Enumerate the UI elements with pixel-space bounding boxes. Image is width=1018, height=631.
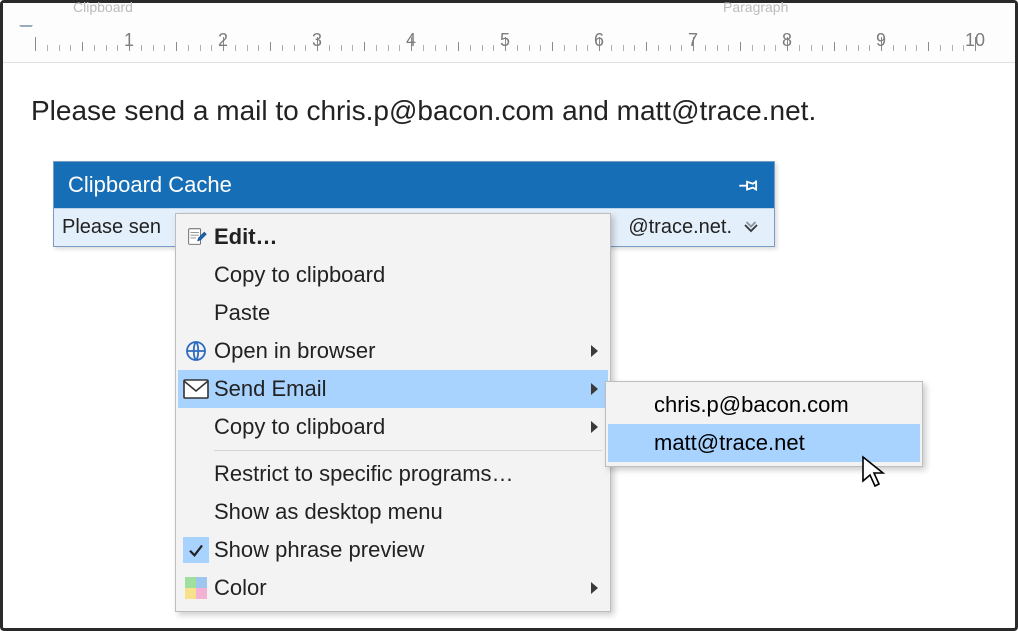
- edit-icon: [178, 226, 214, 248]
- menu-label: Show as desktop menu: [214, 499, 598, 525]
- context-menu: Edit… Copy to clipboard Paste Open in br…: [175, 213, 611, 612]
- menu-item-send-email[interactable]: Send Email: [178, 370, 608, 408]
- ruler-number: 2: [218, 30, 228, 51]
- pin-icon[interactable]: [738, 174, 760, 196]
- menu-item-open-in-browser[interactable]: Open in browser: [178, 332, 608, 370]
- menu-label: Show phrase preview: [214, 537, 598, 563]
- ruler-area: Clipboard Paragraph 1 2 3 4 5 6 7 8 9 10: [3, 3, 1015, 63]
- menu-item-paste[interactable]: Paste: [178, 294, 608, 332]
- menu-label: Open in browser: [214, 338, 585, 364]
- submenu-arrow-icon: [591, 582, 598, 594]
- submenu-arrow-icon: [591, 421, 598, 433]
- submenu-arrow-icon: [591, 345, 598, 357]
- ruler-number: 6: [594, 30, 604, 51]
- ruler-number: 3: [312, 30, 322, 51]
- menu-item-edit[interactable]: Edit…: [178, 218, 608, 256]
- panel-item-text-right: @trace.net.: [628, 216, 732, 239]
- document-text[interactable]: Please send a mail to chris.p@bacon.com …: [31, 95, 816, 127]
- horizontal-ruler[interactable]: 1 2 3 4 5 6 7 8 9 10: [13, 27, 1005, 57]
- chevron-down-icon[interactable]: [742, 219, 760, 237]
- panel-title-text: Clipboard Cache: [68, 172, 232, 198]
- menu-label: Paste: [214, 300, 598, 326]
- ruler-number: 5: [500, 30, 510, 51]
- menu-item-desktop-menu[interactable]: Show as desktop menu: [178, 493, 608, 531]
- menu-item-color[interactable]: Color: [178, 569, 608, 607]
- menu-separator: [214, 450, 602, 451]
- menu-item-copy-2[interactable]: Copy to clipboard: [178, 408, 608, 446]
- ruler-number: 4: [406, 30, 416, 51]
- menu-item-restrict[interactable]: Restrict to specific programs…: [178, 455, 608, 493]
- menu-label: Copy to clipboard: [214, 262, 598, 288]
- submenu-item-email-2[interactable]: matt@trace.net: [608, 424, 920, 462]
- panel-titlebar[interactable]: Clipboard Cache: [54, 162, 774, 208]
- globe-icon: [178, 339, 214, 363]
- ribbon-group-clipboard: Clipboard: [73, 0, 133, 15]
- submenu-label: matt@trace.net: [654, 430, 910, 456]
- menu-item-phrase-preview[interactable]: Show phrase preview: [178, 531, 608, 569]
- ruler-number: 10: [965, 30, 985, 51]
- menu-label: Restrict to specific programs…: [214, 461, 598, 487]
- menu-label: Send Email: [214, 376, 585, 402]
- ruler-number: 1: [124, 30, 134, 51]
- checked-icon: [178, 537, 214, 563]
- ribbon-group-paragraph: Paragraph: [723, 0, 788, 15]
- menu-label: Color: [214, 575, 585, 601]
- color-swatch-icon: [178, 577, 214, 599]
- panel-item-text-left: Please sen: [62, 216, 161, 239]
- ruler-number: 7: [688, 30, 698, 51]
- submenu-item-email-1[interactable]: chris.p@bacon.com: [608, 386, 920, 424]
- submenu-arrow-icon: [591, 383, 598, 395]
- menu-label: Copy to clipboard: [214, 414, 585, 440]
- menu-item-copy[interactable]: Copy to clipboard: [178, 256, 608, 294]
- submenu-label: chris.p@bacon.com: [654, 392, 910, 418]
- ruler-number: 8: [782, 30, 792, 51]
- send-email-submenu: chris.p@bacon.com matt@trace.net: [605, 381, 923, 467]
- menu-label: Edit…: [214, 224, 598, 250]
- envelope-icon: [178, 379, 214, 399]
- ruler-number: 9: [876, 30, 886, 51]
